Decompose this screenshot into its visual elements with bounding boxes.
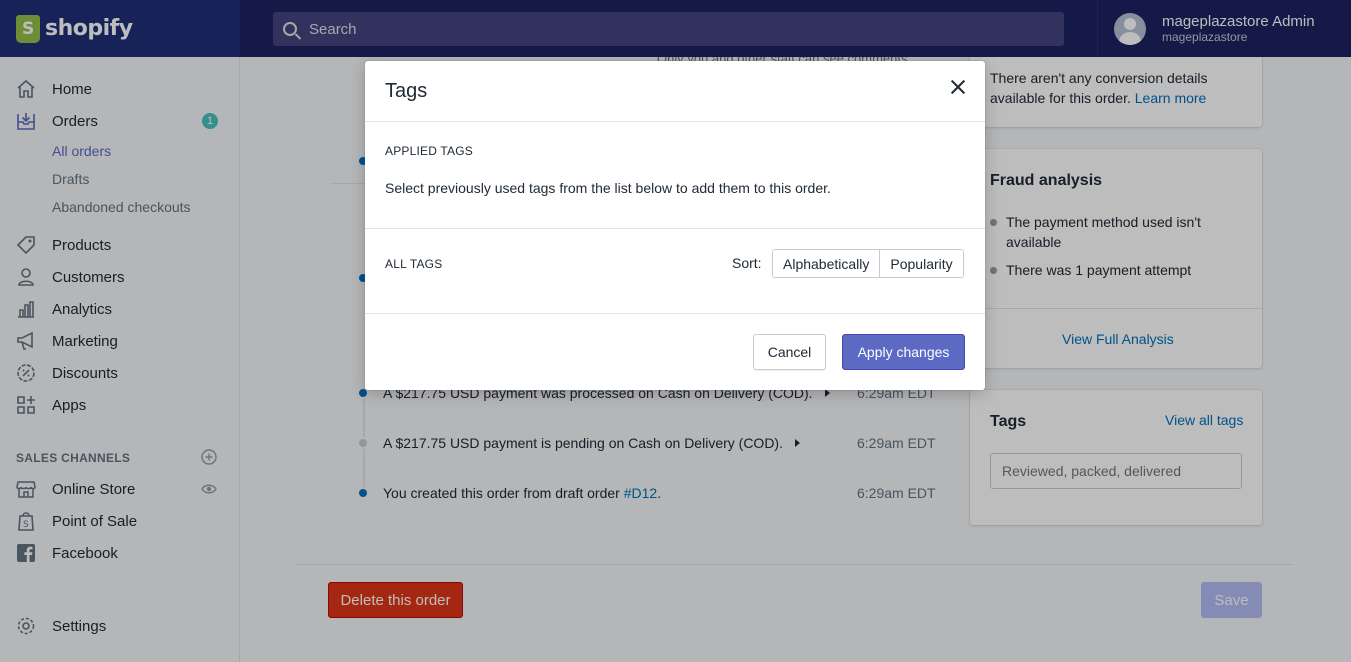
cancel-button[interactable]: Cancel	[753, 334, 826, 370]
sort-popularity-button[interactable]: Popularity	[879, 250, 963, 277]
all-tags-heading: ALL TAGS	[385, 257, 443, 271]
applied-tags-help: Select previously used tags from the lis…	[385, 180, 831, 196]
sort-segmented-control: Alphabetically Popularity	[772, 249, 964, 278]
modal-title: Tags	[385, 80, 428, 102]
modal-divider	[365, 228, 985, 229]
modal-divider	[365, 313, 985, 314]
sort-alphabetically-button[interactable]: Alphabetically	[773, 250, 880, 277]
close-icon[interactable]	[949, 78, 967, 96]
sort-label: Sort:	[732, 255, 762, 271]
modal-divider	[365, 121, 985, 122]
apply-changes-button[interactable]: Apply changes	[842, 334, 965, 370]
applied-tags-heading: APPLIED TAGS	[385, 144, 473, 158]
tags-modal: Tags APPLIED TAGS Select previously used…	[365, 61, 985, 390]
